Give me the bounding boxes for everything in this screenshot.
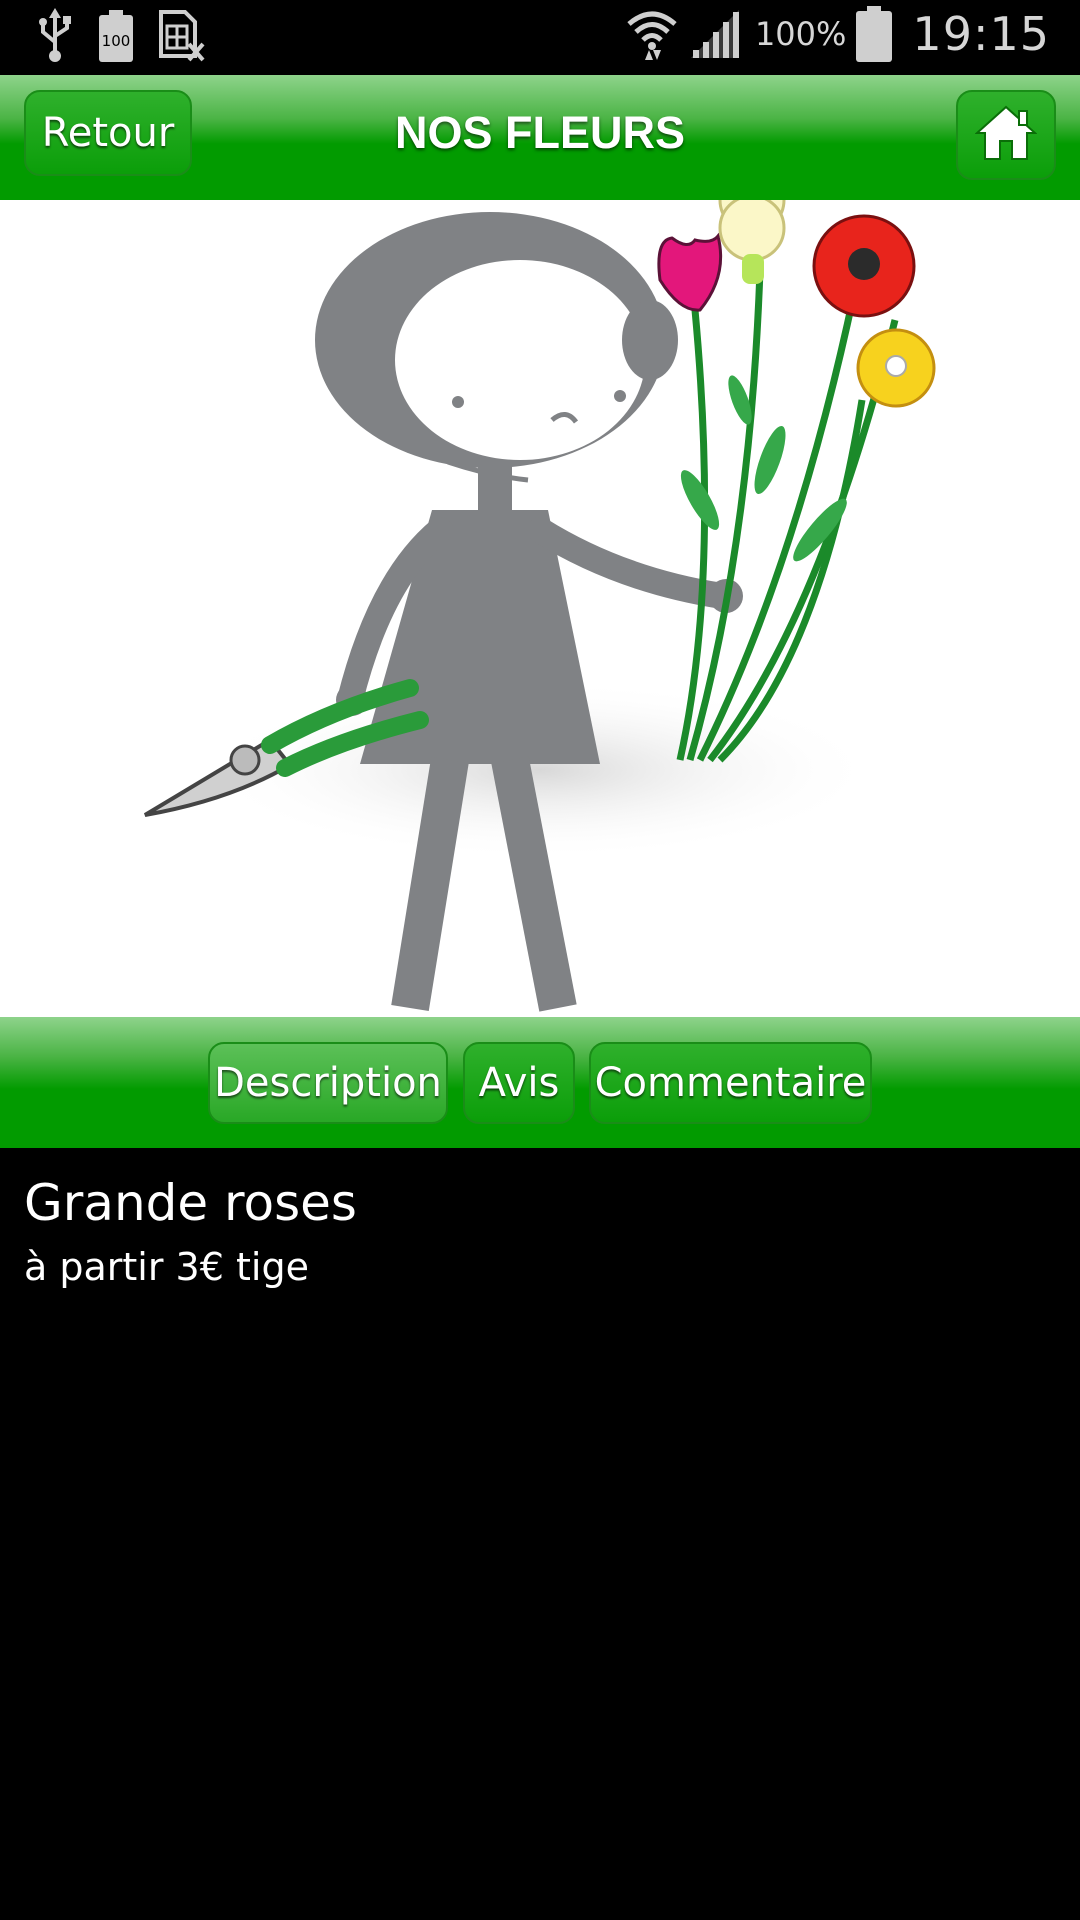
tab-description[interactable]: Description <box>208 1042 448 1124</box>
status-bar: 100 100% 19:15 <box>0 0 1080 75</box>
tab-avis[interactable]: Avis <box>463 1042 575 1124</box>
tab-commentaire[interactable]: Commentaire <box>589 1042 872 1124</box>
battery-icon <box>856 6 893 62</box>
red-poppy <box>812 214 916 318</box>
svg-text:100: 100 <box>102 32 131 50</box>
clock: 19:15 <box>912 7 1050 61</box>
home-button[interactable] <box>956 90 1056 180</box>
home-icon <box>974 105 1038 165</box>
product-details: Grande roses à partir 3€ tige <box>24 1170 357 1292</box>
app-header: Retour NOS FLEURS <box>0 75 1080 200</box>
yellow-flower <box>856 328 936 408</box>
product-price: à partir 3€ tige <box>24 1245 309 1289</box>
pink-tulip <box>657 232 723 312</box>
woman-with-flowers-illustration <box>143 200 936 1012</box>
product-image <box>0 200 1080 1017</box>
usb-icon <box>35 8 75 64</box>
status-left-icons: 100 <box>35 8 207 64</box>
status-right-icons: 100% 19:15 <box>625 6 1050 62</box>
product-name: Grande roses <box>24 1174 357 1232</box>
page-title: NOS FLEURS <box>394 107 686 158</box>
battery-percent: 100% <box>754 15 847 53</box>
wifi-icon <box>625 6 679 62</box>
signal-icon <box>689 8 741 60</box>
battery-full-notification-icon: 100 <box>99 10 133 62</box>
tab-bar: Description Avis Commentaire <box>0 1017 1080 1148</box>
white-carnation <box>718 200 786 284</box>
sim-missing-icon <box>157 10 207 62</box>
